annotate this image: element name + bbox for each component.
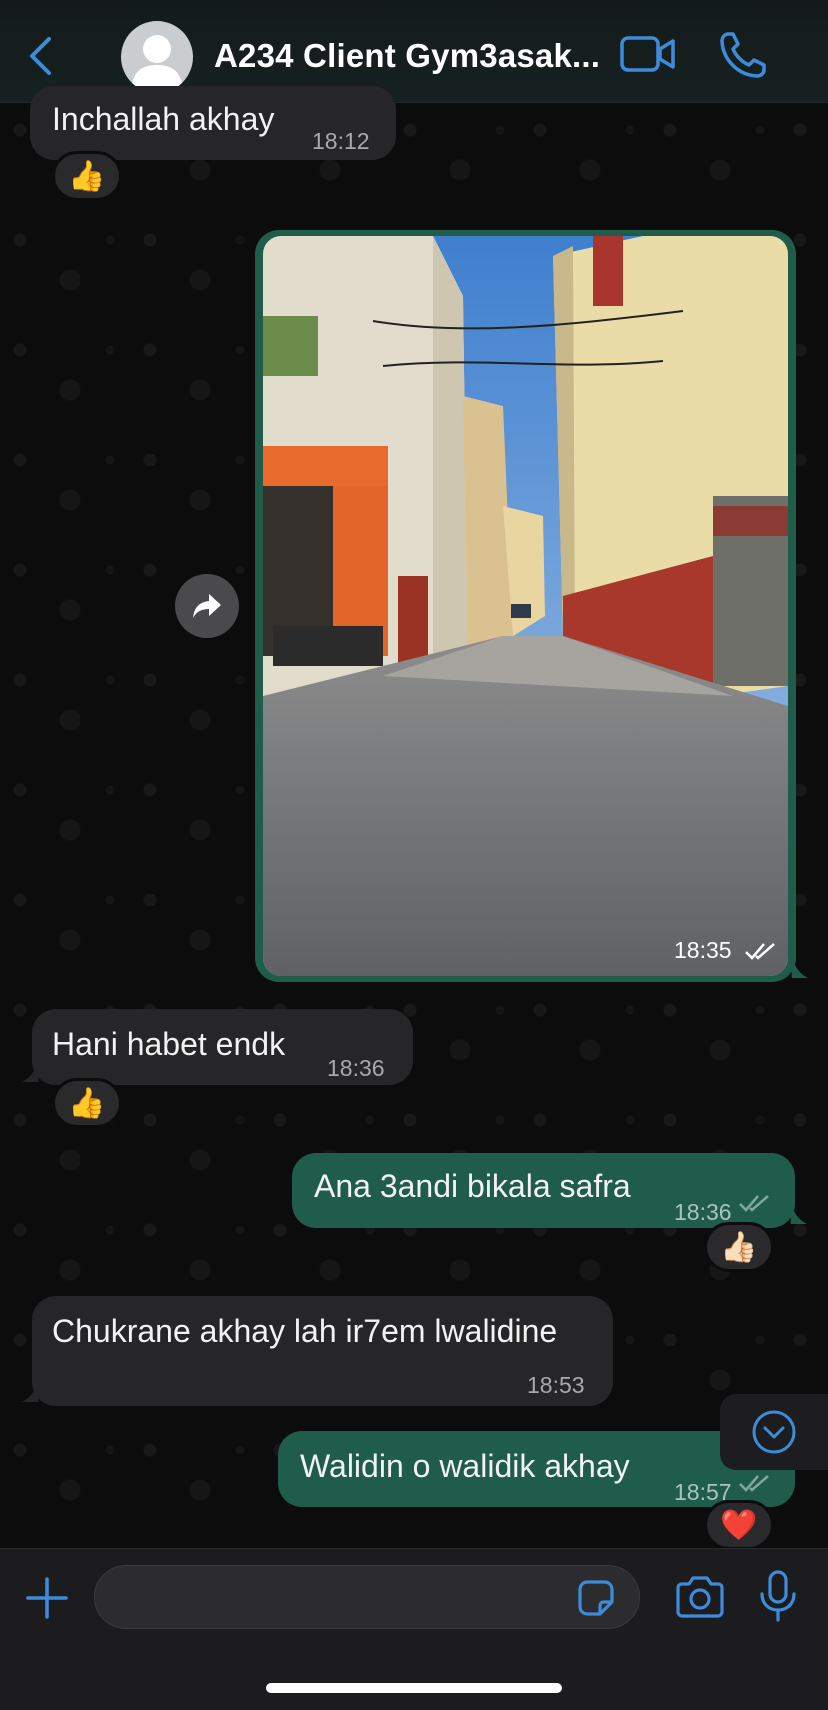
microphone-icon [760,1570,796,1622]
sticker-button[interactable] [574,1576,618,1620]
forward-arrow-icon [193,594,221,618]
message-time: 18:35 [674,937,732,963]
reaction-badge[interactable]: 👍 [52,1078,122,1128]
street-photo[interactable] [263,236,788,976]
chevron-down-circle-icon [752,1410,796,1454]
phone-icon [720,32,766,78]
message-time: 18:53 [527,1372,585,1398]
contact-name[interactable]: A234 Client Gym3asak... [214,37,600,75]
message-text: Chukrane akhay lah ir7em lwalidine [52,1313,558,1349]
video-call-button[interactable] [620,34,676,74]
video-camera-icon [620,36,675,72]
contact-avatar[interactable] [121,21,193,93]
microphone-button[interactable] [756,1570,800,1622]
bubble-tail [790,1204,808,1224]
thumbs-up-emoji: 👍 [68,1086,106,1120]
message-time: 18:12 [312,128,370,154]
photo-image [263,236,788,976]
delivered-ticks-icon [739,1475,769,1492]
chevron-left-icon [30,37,51,75]
message-outgoing[interactable]: Ana 3andi bikala safra 18:36 [292,1153,795,1228]
scroll-to-bottom-button[interactable] [720,1394,828,1470]
bubble-tail [21,1382,39,1402]
message-outgoing[interactable]: Walidin o walidik akhay 18:57 [278,1431,795,1507]
thumbs-up-emoji: 👍 [68,159,106,193]
delivered-ticks-icon [739,1195,769,1212]
message-incoming[interactable]: Chukrane akhay lah ir7em lwalidine 18:53 [32,1296,613,1406]
message-input[interactable] [94,1565,640,1629]
reaction-badge[interactable]: 👍🏻 [704,1222,774,1272]
heart-emoji: ❤️ [720,1508,758,1542]
bubble-tail [791,958,809,978]
message-time: 18:36 [327,1055,385,1081]
message-text: Inchallah akhay [52,101,275,137]
camera-icon [676,1576,724,1618]
plus-icon [26,1577,68,1619]
thumbs-up-emoji: 👍🏻 [720,1230,758,1264]
attach-button[interactable] [22,1573,72,1623]
message-text: Hani habet endk [52,1026,286,1062]
reaction-badge[interactable]: ❤️ [704,1500,774,1550]
bubble-tail [21,1062,39,1082]
camera-button[interactable] [674,1574,726,1620]
home-indicator [266,1683,562,1693]
message-incoming[interactable]: Hani habet endk 18:36 [32,1009,413,1085]
reaction-badge[interactable]: 👍 [52,151,122,201]
person-icon [131,35,183,89]
back-button[interactable] [20,30,60,82]
forward-button[interactable] [175,574,239,638]
sticker-icon [578,1580,614,1616]
message-text: Ana 3andi bikala safra [314,1168,631,1204]
read-ticks-icon [745,943,775,960]
message-incoming[interactable]: Inchallah akhay 18:12 [30,86,396,160]
message-text: Walidin o walidik akhay [300,1448,630,1484]
voice-call-button[interactable] [718,30,768,80]
